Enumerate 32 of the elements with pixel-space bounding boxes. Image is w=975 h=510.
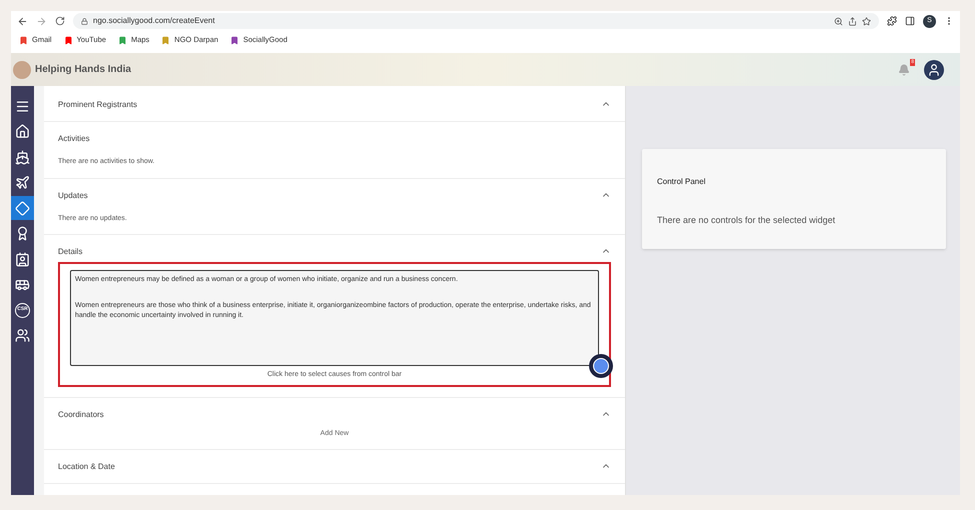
- section-title: Prominent Registrants: [58, 99, 138, 111]
- diamond-icon: [15, 200, 30, 216]
- plane-icon: [15, 175, 30, 190]
- section-title: Coordinators: [58, 408, 104, 420]
- side-panel-icon[interactable]: [905, 16, 915, 26]
- reload-icon[interactable]: [55, 16, 65, 26]
- menu-icon: [15, 98, 30, 114]
- ship-icon: [15, 150, 30, 164]
- section-title: Updates: [58, 190, 88, 202]
- zoom-icon[interactable]: [834, 16, 843, 26]
- section-title: Activities: [58, 133, 90, 145]
- section-title: Location & Date: [58, 461, 115, 473]
- users-icon: [15, 328, 30, 343]
- address-bar[interactable]: ngo.sociallygood.com/createEvent: [73, 13, 879, 29]
- org-name: Helping Hands India: [35, 63, 132, 77]
- share-icon[interactable]: [848, 16, 857, 26]
- contact-card-icon: [15, 252, 30, 266]
- section-title: Details: [58, 246, 82, 258]
- control-panel-message: There are no controls for the selected widget: [657, 214, 836, 227]
- extensions-icon[interactable]: [887, 16, 897, 26]
- star-icon[interactable]: [862, 16, 871, 26]
- lock-icon: [81, 18, 88, 24]
- bus-icon: [15, 277, 30, 292]
- back-icon[interactable]: [17, 16, 28, 26]
- logo-icon: [13, 60, 31, 78]
- details-text-area[interactable]: [70, 270, 599, 366]
- edit-widget-icon[interactable]: [589, 354, 613, 378]
- control-panel-title: Control Panel: [657, 176, 706, 188]
- url-text: ngo.sociallygood.com/createEvent: [93, 15, 216, 27]
- user-avatar[interactable]: [924, 60, 944, 80]
- home-icon: [15, 124, 30, 139]
- award-icon: [15, 226, 30, 241]
